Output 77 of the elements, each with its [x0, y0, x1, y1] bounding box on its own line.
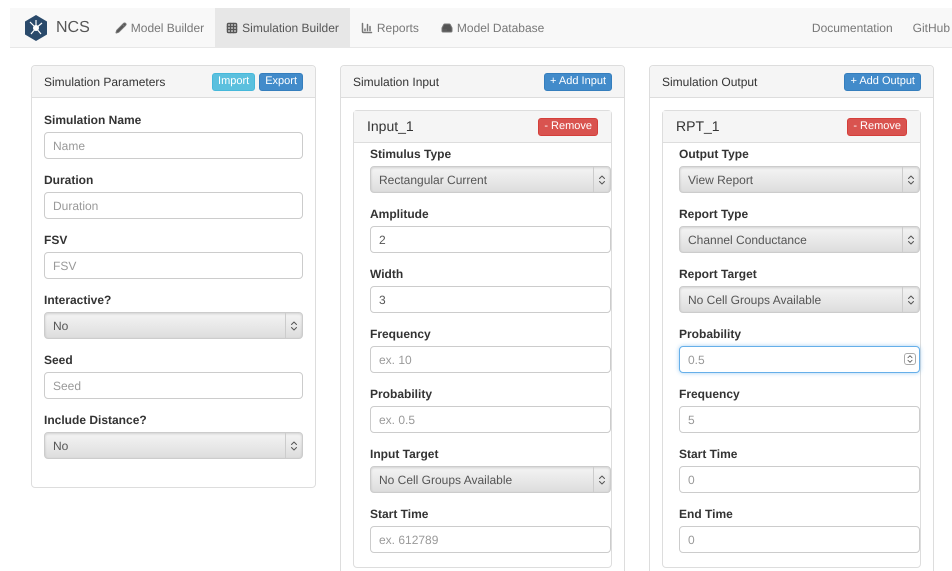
field-label: Report Target [679, 267, 758, 281]
select-value: No [52, 438, 70, 454]
field-label: Amplitude [370, 207, 430, 221]
remove-button[interactable]: - Remove [847, 118, 907, 136]
field-label: Duration [44, 173, 94, 187]
field-label: Frequency [370, 327, 432, 341]
grid-icon [226, 22, 238, 34]
input-field[interactable]: ex. 10 [370, 346, 611, 373]
field-label: Probability [370, 387, 434, 401]
field-label: Stimulus Type [370, 147, 452, 161]
input-field[interactable]: Seed [44, 372, 303, 399]
select-field[interactable]: View Report [679, 166, 920, 193]
field-label: Simulation Name [44, 113, 142, 127]
select-field[interactable]: Channel Conductance [679, 226, 920, 253]
field-label: Interactive? [44, 293, 112, 307]
field-label: Width [370, 267, 404, 281]
nav-tab[interactable]: Model Builder [104, 8, 216, 47]
field-label: FSV [44, 233, 68, 247]
select-value: No Cell Groups Available [378, 472, 514, 488]
bar-chart-icon [360, 22, 373, 34]
input-field[interactable]: 0.5 [679, 346, 920, 373]
select-value: No Cell Groups Available [687, 292, 822, 308]
input-field[interactable]: Name [44, 132, 303, 159]
panel-title: Simulation Output [662, 74, 758, 90]
field-label: Start Time [679, 447, 738, 461]
nav-link[interactable]: GitHub [902, 18, 952, 36]
updown-icon [596, 174, 608, 186]
panel-title: Simulation Input [353, 74, 440, 90]
action-button[interactable]: + Add Output [844, 72, 921, 90]
input-field[interactable]: Duration [44, 192, 303, 219]
select-value: Rectangular Current [378, 172, 488, 188]
input-field[interactable]: FSV [44, 252, 303, 279]
spinner-icon[interactable] [904, 353, 916, 365]
field-label: Start Time [370, 507, 430, 521]
input-field[interactable]: 5 [679, 406, 920, 433]
select-field[interactable]: No [44, 312, 303, 339]
select-field[interactable]: No Cell Groups Available [679, 286, 920, 313]
drive-icon [440, 22, 453, 34]
input-field[interactable]: 3 [370, 286, 611, 313]
nav-link[interactable]: Documentation [802, 18, 903, 36]
updown-icon [288, 320, 300, 332]
input-field[interactable]: ex. 612789 [370, 526, 611, 553]
updown-icon [288, 440, 300, 452]
field-label: Frequency [679, 387, 741, 401]
field-label: End Time [679, 507, 734, 521]
input-field[interactable]: 0 [679, 466, 920, 493]
nav-tab[interactable]: Model Database [430, 8, 556, 47]
field-label: Report Type [679, 207, 750, 221]
nav-tab[interactable]: Reports [350, 8, 430, 47]
updown-icon [596, 474, 608, 486]
updown-icon [905, 234, 917, 246]
item-title: RPT_1 [676, 117, 720, 136]
field-label: Output Type [679, 147, 750, 161]
action-button[interactable]: + Add Input [544, 72, 612, 90]
select-field[interactable]: No Cell Groups Available [370, 466, 611, 493]
select-value: View Report [687, 172, 754, 188]
input-field[interactable]: ex. 0.5 [370, 406, 611, 433]
select-value: Channel Conductance [687, 232, 808, 248]
updown-icon [905, 294, 917, 306]
remove-button[interactable]: - Remove [538, 118, 598, 136]
panel-title: Simulation Parameters [44, 74, 166, 90]
logo-icon[interactable] [24, 14, 48, 40]
input-field[interactable]: 2 [370, 226, 611, 253]
field-label: Input Target [370, 447, 440, 461]
action-button[interactable]: Export [259, 72, 303, 90]
input-field[interactable]: 0 [679, 526, 920, 553]
select-value: No [52, 318, 70, 334]
updown-icon [905, 174, 917, 186]
field-label: Include Distance? [44, 413, 148, 427]
item-title: Input_1 [367, 117, 414, 136]
field-label: Probability [679, 327, 742, 341]
field-label: Seed [44, 353, 74, 367]
select-field[interactable]: Rectangular Current [370, 166, 611, 193]
brand-name[interactable]: NCS [56, 16, 90, 40]
nav-tab[interactable]: Simulation Builder [215, 8, 350, 47]
pencil-icon [114, 22, 127, 34]
select-field[interactable]: No [44, 432, 303, 459]
